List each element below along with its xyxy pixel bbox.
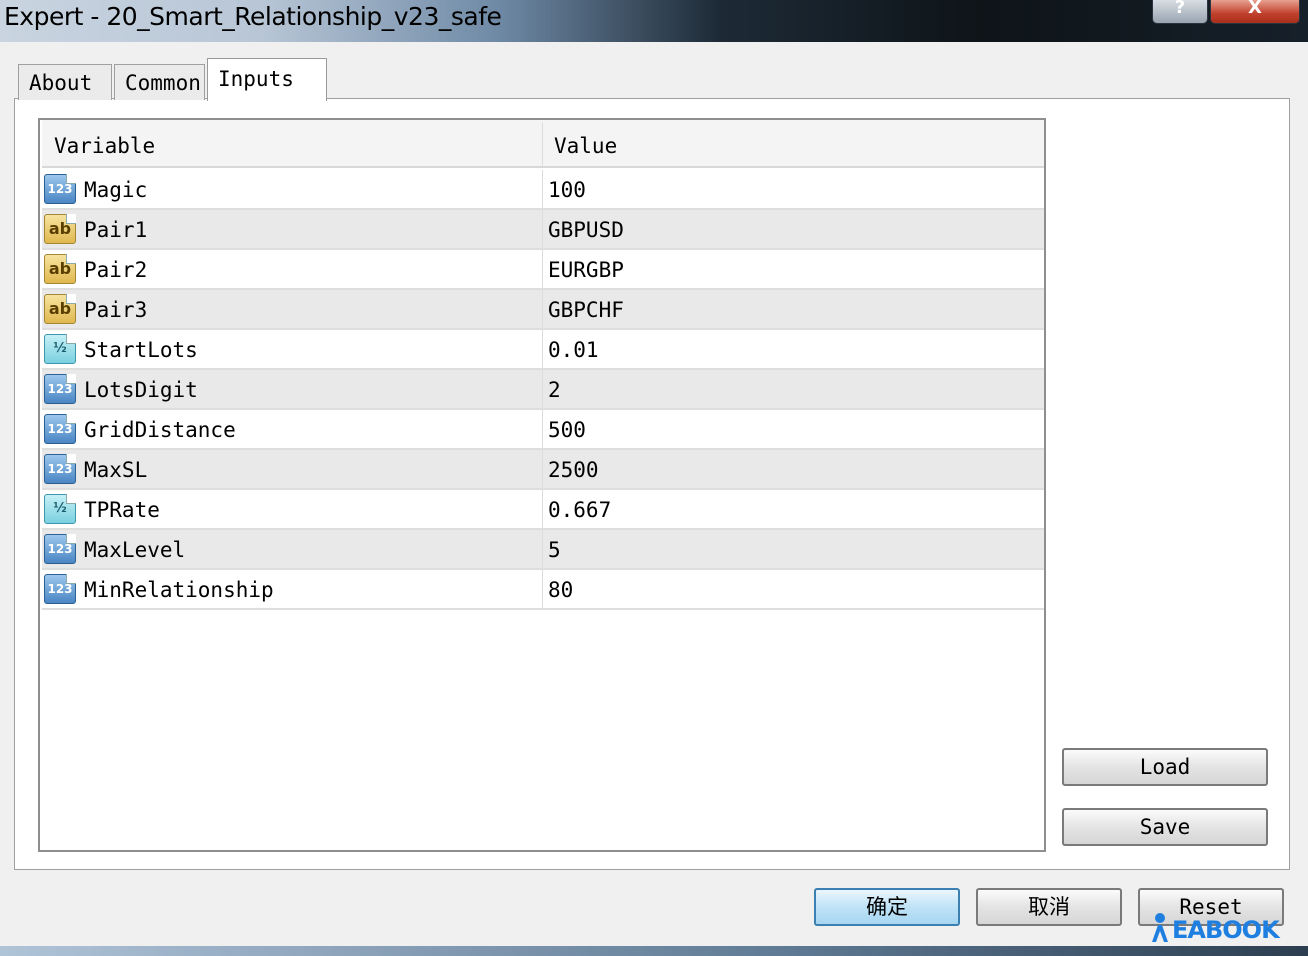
int-icon: 123 bbox=[44, 414, 76, 444]
int-icon: 123 bbox=[44, 374, 76, 404]
table-row[interactable]: ab Pair1 GBPUSD bbox=[42, 210, 1044, 250]
cell-divider bbox=[542, 210, 543, 250]
close-icon: X bbox=[1248, 0, 1262, 18]
table-row[interactable]: ½ StartLots 0.01 bbox=[42, 330, 1044, 370]
cell-divider bbox=[542, 410, 543, 450]
table-row[interactable]: 123 MaxLevel 5 bbox=[42, 530, 1044, 570]
variable-value[interactable]: GBPUSD bbox=[548, 210, 624, 250]
table-row[interactable]: ½ TPRate 0.667 bbox=[42, 490, 1044, 530]
variable-name: Pair3 bbox=[84, 298, 148, 322]
cell-divider bbox=[542, 370, 543, 410]
variable-value[interactable]: 100 bbox=[548, 170, 586, 210]
tab-inputs[interactable]: Inputs bbox=[207, 58, 327, 101]
cell-divider bbox=[542, 170, 543, 210]
int-icon: 123 bbox=[44, 174, 76, 204]
variable-value[interactable]: 2500 bbox=[548, 450, 599, 490]
variable-name: StartLots bbox=[84, 338, 198, 362]
cell-divider bbox=[542, 290, 543, 330]
cell-divider bbox=[542, 330, 543, 370]
column-divider[interactable] bbox=[542, 122, 543, 166]
variable-name: Pair1 bbox=[84, 218, 148, 242]
save-button[interactable]: Save bbox=[1062, 808, 1268, 846]
help-icon: ? bbox=[1174, 0, 1186, 18]
table-row[interactable]: 123 GridDistance 500 bbox=[42, 410, 1044, 450]
ok-button[interactable]: 确定 bbox=[814, 888, 960, 926]
table-row[interactable]: ab Pair3 GBPCHF bbox=[42, 290, 1044, 330]
title-bar[interactable]: Expert - 20_Smart_Relationship_v23_safe … bbox=[0, 0, 1308, 42]
column-header-variable[interactable]: Variable bbox=[54, 120, 155, 166]
string-icon: ab bbox=[44, 294, 76, 324]
string-icon: ab bbox=[44, 254, 76, 284]
table-row[interactable]: 123 LotsDigit 2 bbox=[42, 370, 1044, 410]
cell-divider bbox=[542, 490, 543, 530]
cell-divider bbox=[542, 530, 543, 570]
string-icon: ab bbox=[44, 214, 76, 244]
variable-name: Magic bbox=[84, 178, 148, 202]
variable-name: MaxLevel bbox=[84, 538, 186, 562]
close-button[interactable]: X bbox=[1210, 0, 1300, 24]
variable-value[interactable]: 0.667 bbox=[548, 490, 611, 530]
eabook-logo-icon bbox=[1152, 913, 1168, 942]
variable-name: LotsDigit bbox=[84, 378, 198, 402]
variable-name: MaxSL bbox=[84, 458, 148, 482]
table-row[interactable]: ab Pair2 EURGBP bbox=[42, 250, 1044, 290]
help-button[interactable]: ? bbox=[1152, 0, 1208, 24]
tab-common[interactable]: Common bbox=[114, 64, 205, 100]
variable-value[interactable]: 5 bbox=[548, 530, 561, 570]
inputs-grid[interactable]: Variable Value 123 Magic 100 ab Pair1 GBPUSD a… bbox=[38, 118, 1046, 852]
int-icon: 123 bbox=[44, 574, 76, 604]
eabook-watermark: EABOOK bbox=[1148, 912, 1280, 948]
watermark-text: EABOOK bbox=[1172, 916, 1280, 944]
variable-value[interactable]: 2 bbox=[548, 370, 561, 410]
load-button[interactable]: Load bbox=[1062, 748, 1268, 786]
variable-value[interactable]: 500 bbox=[548, 410, 586, 450]
double-icon: ½ bbox=[44, 494, 76, 524]
cancel-button[interactable]: 取消 bbox=[976, 888, 1122, 926]
table-row[interactable]: 123 MinRelationship 80 bbox=[42, 570, 1044, 610]
variable-name: TPRate bbox=[84, 498, 160, 522]
cell-divider bbox=[542, 450, 543, 490]
variable-name: MinRelationship bbox=[84, 578, 274, 602]
int-icon: 123 bbox=[44, 454, 76, 484]
grid-header: Variable Value bbox=[42, 120, 1044, 168]
table-row[interactable]: 123 MaxSL 2500 bbox=[42, 450, 1044, 490]
cell-divider bbox=[542, 570, 543, 610]
variable-value[interactable]: 80 bbox=[548, 570, 573, 610]
variable-value[interactable]: EURGBP bbox=[548, 250, 624, 290]
window-title: Expert - 20_Smart_Relationship_v23_safe bbox=[4, 2, 502, 31]
grid-rows: 123 Magic 100 ab Pair1 GBPUSD ab Pair2 EURGBP ab P… bbox=[42, 170, 1044, 610]
double-icon: ½ bbox=[44, 334, 76, 364]
window-bottom-edge bbox=[0, 946, 1308, 956]
tab-about[interactable]: About bbox=[18, 64, 112, 100]
cell-divider bbox=[542, 250, 543, 290]
column-header-value[interactable]: Value bbox=[554, 120, 617, 166]
variable-value[interactable]: 0.01 bbox=[548, 330, 599, 370]
table-row[interactable]: 123 Magic 100 bbox=[42, 170, 1044, 210]
variable-name: GridDistance bbox=[84, 418, 236, 442]
variable-value[interactable]: GBPCHF bbox=[548, 290, 624, 330]
variable-name: Pair2 bbox=[84, 258, 148, 282]
int-icon: 123 bbox=[44, 534, 76, 564]
